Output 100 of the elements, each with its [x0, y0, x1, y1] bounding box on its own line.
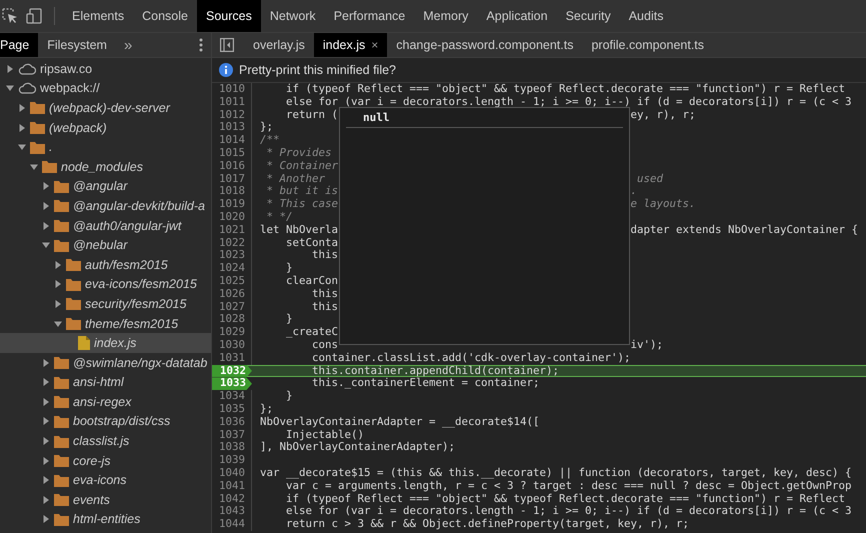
folder-icon [66, 258, 81, 272]
folder-icon [54, 356, 69, 370]
collapse-triangle-icon[interactable] [54, 260, 62, 269]
more-options-icon[interactable] [199, 38, 203, 52]
tree-item[interactable]: . [0, 137, 211, 157]
navigator-tab[interactable]: Page [0, 33, 38, 57]
code-line: this.container.appendChild(container); [311, 364, 560, 378]
file-tab[interactable]: change-password.component.ts [387, 33, 582, 57]
line-number: 1011 [212, 96, 252, 109]
expand-triangle-icon[interactable] [54, 320, 62, 328]
tree-item[interactable]: @auth0/angular-jwt [0, 216, 211, 236]
panel-tab[interactable]: Application [477, 0, 557, 32]
tree-item[interactable]: node_modules [0, 156, 211, 177]
collapse-triangle-icon[interactable] [18, 104, 26, 112]
line-number: 1038 [212, 441, 252, 454]
code-fragment: * but it is [266, 184, 338, 198]
panel-tab[interactable]: Memory [414, 0, 478, 32]
navigator-tab[interactable]: Filesystem [38, 33, 116, 57]
folder-icon [66, 297, 81, 310]
tree-item[interactable]: ansi-regex [0, 392, 211, 412]
expand-triangle-icon[interactable] [6, 84, 14, 92]
tree-item[interactable]: (webpack)-dev-server [0, 98, 211, 118]
toggle-sidebar-icon[interactable] [220, 38, 234, 52]
code-line: this [311, 288, 338, 301]
code-line: }; [259, 121, 274, 134]
folder-icon [54, 395, 69, 408]
panel-tab[interactable]: Performance [324, 0, 414, 32]
code-line: clearCon [285, 274, 338, 288]
collapse-triangle-icon[interactable] [42, 222, 50, 230]
code-line: var c = arguments.length, r = c < 3 ? target : desc === null ? desc = Object.getOwnProp [285, 480, 852, 492]
expand-triangle-icon[interactable] [30, 162, 38, 171]
line-number: 1019 [212, 198, 252, 211]
breakpoint-marker[interactable]: 1033 [212, 377, 252, 390]
expand-triangle-icon[interactable] [18, 143, 26, 152]
tree-item[interactable]: bootstrap/dist/css [0, 412, 211, 432]
collapse-triangle-icon[interactable] [42, 417, 50, 426]
tree-item[interactable]: security/fesm2015 [0, 294, 211, 314]
collapse-triangle-icon[interactable] [42, 476, 50, 484]
tree-item[interactable]: webpack:// [0, 78, 211, 98]
collapse-triangle-icon[interactable] [42, 202, 50, 210]
file-tab[interactable]: overlay.js [244, 33, 314, 57]
expand-triangle-icon[interactable] [42, 241, 50, 250]
inspect-icon[interactable] [2, 8, 18, 24]
line-number: 1026 [212, 288, 252, 301]
collapse-triangle-icon[interactable] [54, 300, 62, 308]
collapse-triangle-icon[interactable] [18, 124, 26, 132]
tree-item[interactable]: (webpack) [0, 118, 211, 138]
tree-item[interactable]: eva-icons [0, 470, 211, 490]
more-tabs-button[interactable]: » [116, 33, 140, 57]
code-line: setConta [285, 236, 338, 250]
breakpoint-marker[interactable]: 1032 [212, 364, 252, 378]
tree-item[interactable]: core-js [0, 450, 211, 470]
folder-icon [54, 474, 69, 487]
close-tab-button[interactable]: × [371, 38, 378, 52]
code-line: } [285, 313, 293, 326]
folder-icon [30, 140, 45, 154]
collapse-triangle-icon[interactable] [42, 437, 50, 446]
collapse-triangle-icon[interactable] [42, 378, 50, 386]
tree-item[interactable]: @angular [0, 176, 211, 196]
tree-item[interactable]: events [0, 490, 211, 510]
tree-item[interactable]: auth/fesm2015 [0, 254, 211, 275]
file-tab[interactable]: profile.component.ts [582, 33, 714, 57]
line-number: 1039 [212, 454, 252, 467]
panel-tab[interactable]: Audits [620, 0, 672, 32]
collapse-triangle-icon[interactable] [42, 456, 50, 465]
code-line: else for (var i = decorators.length - 1; i >= 0; i--) if (d = decorators[i]) r = (c < 3 [285, 96, 852, 109]
line-number: 1021 [212, 224, 252, 237]
line-number: 1043 [212, 505, 252, 518]
tree-item[interactable]: index.js [0, 333, 211, 353]
tree-item[interactable]: @swimlane/ngx-datatab [0, 352, 211, 372]
tree-item[interactable]: eva-icons/fesm2015 [0, 274, 211, 294]
line-number: 1024 [212, 262, 252, 275]
collapse-triangle-icon[interactable] [6, 64, 14, 73]
collapse-triangle-icon[interactable] [42, 515, 50, 524]
code-fragment: return ( [285, 108, 338, 121]
device-icon[interactable] [26, 8, 42, 24]
collapse-triangle-icon[interactable] [54, 280, 62, 288]
tree-item[interactable]: ansi-html [0, 372, 211, 392]
tree-item[interactable]: classlist.js [0, 431, 211, 451]
code-line: } [285, 390, 293, 403]
panel-tab[interactable]: Elements [63, 0, 134, 32]
tree-item[interactable]: @nebular [0, 235, 211, 255]
code-line: this [311, 249, 338, 262]
panel-tab[interactable]: Network [260, 0, 325, 32]
collapse-triangle-icon[interactable] [42, 358, 50, 367]
line-number: 1018 [212, 185, 252, 198]
panel-tab[interactable]: Console [133, 0, 197, 32]
panel-tab[interactable]: Security [556, 0, 620, 32]
file-tab[interactable]: index.js × [314, 33, 388, 57]
tree-item[interactable]: theme/fesm2015 [0, 314, 211, 334]
tree-item[interactable]: html-entities [0, 510, 211, 530]
collapse-triangle-icon[interactable] [42, 398, 50, 406]
collapse-triangle-icon[interactable] [42, 182, 50, 190]
tree-item[interactable]: @angular-devkit/build-a [0, 196, 211, 216]
code-line: * */ [266, 210, 293, 224]
tree-item[interactable]: ripsaw.co [0, 59, 211, 79]
folder-icon [54, 454, 69, 468]
line-number: 1022 [212, 236, 252, 250]
collapse-triangle-icon[interactable] [42, 496, 50, 504]
panel-tab[interactable]: Sources [196, 0, 261, 32]
